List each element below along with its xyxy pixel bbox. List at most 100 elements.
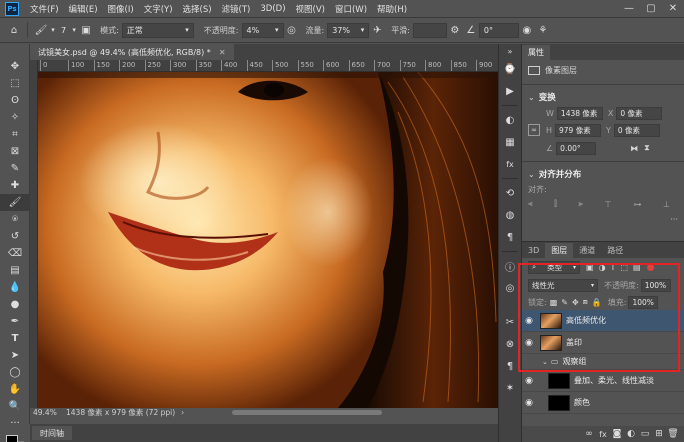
tab-properties[interactable]: 属性 [522, 45, 550, 60]
lock-image-icon[interactable]: ✎ [561, 298, 568, 307]
airbrush-icon[interactable]: ✈ [369, 22, 385, 38]
fill-field[interactable]: 100% [628, 295, 659, 309]
new-layer-icon[interactable]: ⊞ [652, 429, 666, 439]
menu-3d[interactable]: 3D(D) [255, 4, 290, 14]
crop-tool-icon[interactable]: ⌗ [0, 126, 30, 143]
chevron-right-icon[interactable]: › [181, 408, 184, 417]
menu-filter[interactable]: 滤镜(T) [217, 3, 256, 15]
adjustment-layer-icon[interactable]: ◐ [624, 429, 638, 439]
y-field[interactable]: 0 像素 [613, 123, 660, 137]
angle-field[interactable]: 0.00° [556, 141, 597, 155]
menu-help[interactable]: 帮助(H) [372, 3, 412, 15]
height-field[interactable]: 979 像素 [555, 123, 602, 137]
transform-header[interactable]: ⌄ 变换 [522, 89, 684, 105]
layer-mask-icon[interactable]: ◙ [610, 429, 624, 439]
chevron-down-icon[interactable]: ▾ [70, 22, 78, 38]
magic-wand-tool-icon[interactable]: ✧ [0, 109, 30, 126]
eye-icon[interactable]: ◉ [522, 376, 536, 386]
chevron-down-icon[interactable]: ⌄ [542, 358, 548, 366]
smooth-field[interactable] [412, 22, 447, 38]
filter-smart-icon[interactable]: ▤ [633, 263, 641, 272]
libraries-panel-icon[interactable]: ⟲ [499, 182, 521, 204]
home-icon[interactable]: ⌂ [6, 22, 22, 38]
brush-tool-icon[interactable]: 🖌 [33, 22, 49, 38]
layer-row[interactable]: ◉ 颜色 [522, 392, 684, 414]
eye-icon[interactable]: ◉ [522, 316, 536, 326]
layer-filter-select[interactable]: ⌕ 类型 ▾ [528, 260, 580, 274]
flip-horizontal-icon[interactable]: ⧓ [630, 144, 638, 153]
hand-tool-icon[interactable]: ✋ [0, 381, 30, 398]
lock-position-icon[interactable]: ✥ [572, 298, 579, 307]
lock-artboard-icon[interactable]: ⧈ [583, 297, 588, 307]
color-panel-icon[interactable]: ◐ [499, 109, 521, 131]
filter-pixel-icon[interactable]: ▣ [586, 263, 594, 272]
trash-icon[interactable]: 🗑 [666, 429, 680, 439]
filter-adjustment-icon[interactable]: ◑ [599, 263, 606, 272]
menu-window[interactable]: 窗口(W) [330, 3, 372, 15]
layer-row[interactable]: ◉ 高低频优化 [522, 310, 684, 332]
document-tab[interactable]: 试镜美女.psd @ 49.4% (高低频优化, RGB/8) * ✕ [30, 44, 234, 60]
clone-source-icon[interactable]: ⊗ [499, 333, 521, 355]
link-icon[interactable]: ∞ [528, 124, 540, 136]
align-top-icon[interactable]: ⊤ [605, 200, 612, 209]
pressure-size-icon[interactable]: ◉ [519, 22, 535, 38]
zoom-tool-icon[interactable]: 🔍 [0, 398, 30, 415]
tab-timeline[interactable]: 时间轴 [32, 426, 72, 440]
flow-field[interactable]: 37% ▾ [327, 22, 370, 38]
close-button[interactable]: ✕ [662, 0, 684, 18]
brush-settings-icon[interactable]: ▣ [78, 22, 94, 38]
navigator-panel-icon[interactable]: ◎ [499, 277, 521, 299]
adjustments-panel-icon[interactable]: fx [499, 153, 521, 175]
blur-tool-icon[interactable]: 💧 [0, 279, 30, 296]
restore-button[interactable]: ▢ [640, 0, 662, 18]
filter-shape-icon[interactable]: ⬚ [620, 263, 628, 272]
menu-image[interactable]: 图像(I) [103, 3, 139, 15]
menu-type[interactable]: 文字(Y) [139, 3, 178, 15]
history-brush-tool-icon[interactable]: ↺ [0, 228, 30, 245]
paragraph-panel-icon[interactable]: ¶ [499, 355, 521, 377]
link-layers-icon[interactable]: ∞ [582, 429, 596, 439]
tab-3d[interactable]: 3D [522, 243, 545, 258]
align-header[interactable]: ⌄ 对齐并分布 [522, 166, 684, 182]
layer-opacity-field[interactable]: 100% [640, 278, 671, 292]
history-panel-icon[interactable]: ⌚ [499, 58, 521, 80]
align-bottom-icon[interactable]: ⊥ [663, 200, 670, 209]
eye-icon[interactable]: ◉ [522, 398, 536, 408]
eraser-tool-icon[interactable]: ⌫ [0, 245, 30, 262]
menu-view[interactable]: 视图(V) [291, 3, 330, 15]
actions-panel-icon[interactable]: ▶ [499, 80, 521, 102]
align-center-h-icon[interactable]: ⫿ [554, 199, 557, 209]
tab-channels[interactable]: 通道 [573, 243, 601, 258]
layer-row[interactable]: ◉ 叠加、柔光、线性减淡 [522, 370, 684, 392]
ellipse-tool-icon[interactable]: ◯ [0, 364, 30, 381]
minimize-button[interactable]: — [618, 0, 640, 18]
color-swatches[interactable] [0, 432, 30, 442]
gradient-tool-icon[interactable]: ▤ [0, 262, 30, 279]
dodge-tool-icon[interactable]: ● [0, 296, 30, 313]
document-info[interactable]: 1438 像素 x 979 像素 (72 ppi) [66, 407, 175, 418]
image-canvas[interactable] [38, 72, 498, 408]
new-group-icon[interactable]: ▭ [638, 429, 652, 439]
symmetry-icon[interactable]: ⚘ [535, 22, 551, 38]
more-options-icon[interactable]: ··· [670, 215, 678, 224]
filter-type-icon[interactable]: T [611, 263, 616, 272]
menu-file[interactable]: 文件(F) [25, 3, 64, 15]
opacity-field[interactable]: 4% ▾ [241, 22, 284, 38]
flip-vertical-icon[interactable]: ⧗ [644, 143, 650, 153]
tool-presets-icon[interactable]: ✂ [499, 311, 521, 333]
eye-icon[interactable]: ◉ [522, 338, 536, 348]
eyedropper-tool-icon[interactable]: ✎ [0, 160, 30, 177]
path-selection-tool-icon[interactable]: ➤ [0, 347, 30, 364]
foreground-color-swatch[interactable] [6, 435, 18, 442]
more-tools-icon[interactable]: ··· [0, 415, 30, 432]
brush-tool-icon[interactable]: 🖌 [0, 194, 30, 211]
align-right-icon[interactable]: ⫸ [578, 199, 583, 209]
chevron-down-icon[interactable]: ▾ [49, 22, 57, 38]
brushes-panel-icon[interactable]: ◍ [499, 204, 521, 226]
layer-row[interactable]: ◉ 盖印 [522, 332, 684, 354]
pressure-opacity-icon[interactable]: ◎ [284, 22, 300, 38]
layer-group-row[interactable]: ⌄ ▭ 观察组 [522, 354, 684, 370]
clone-stamp-tool-icon[interactable]: ⍟ [0, 211, 30, 228]
marquee-tool-icon[interactable]: ⬚ [0, 75, 30, 92]
angle-field[interactable]: 0° [478, 22, 519, 38]
